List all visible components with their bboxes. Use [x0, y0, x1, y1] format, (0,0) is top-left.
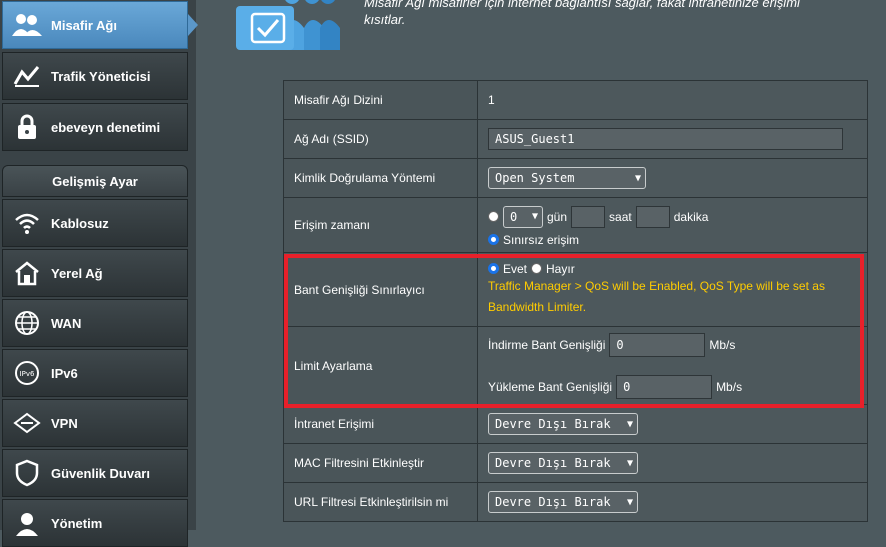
intranet-access-label: İntranet Erişimi [283, 404, 478, 444]
sidebar-item-traffic-manager[interactable]: Trafik Yöneticisi [2, 52, 188, 100]
minutes-input[interactable] [635, 205, 670, 228]
access-time-label: Erişim zamanı [283, 197, 478, 253]
shield-icon [7, 453, 47, 493]
bandwidth-limiter-yes-label: Evet [503, 261, 528, 276]
qos-warning: Traffic Manager > QoS will be Enabled, Q… [488, 276, 866, 318]
sidebar-item-guest-network[interactable]: Misafir Ağı [2, 1, 188, 49]
guest-network-settings-table: Misafir Ağı Dizini 1 Ağ Adı (SSID) Kimli… [283, 80, 868, 522]
days-select[interactable]: 0 ▼ [503, 205, 543, 228]
auth-label: Kimlik Doğrulama Yöntemi [283, 158, 478, 198]
auth-method-value: Open System [495, 171, 575, 185]
bandwidth-limiter-yes-radio[interactable] [488, 263, 499, 274]
unlimited-access-radio[interactable] [488, 234, 499, 245]
section-header-advanced: Gelişmiş Ayar [2, 165, 188, 197]
chevron-down-icon: ▼ [634, 172, 641, 184]
chevron-down-icon: ▼ [626, 457, 633, 469]
days-unit: gün [547, 209, 568, 224]
traffic-chart-icon [7, 56, 47, 96]
download-bandwidth-label: İndirme Bant Genişliği [488, 337, 606, 352]
sidebar-item-parental-control[interactable]: ebeveyn denetimi [2, 103, 188, 151]
bandwidth-limiter-no-radio[interactable] [531, 263, 543, 274]
upload-unit: Mb/s [716, 379, 743, 394]
upload-bandwidth-label: Yükleme Bant Genişliği [488, 379, 613, 394]
chevron-down-icon: ▼ [626, 496, 633, 508]
active-arrow [188, 14, 198, 36]
lock-icon [7, 107, 47, 147]
ssid-input[interactable] [488, 128, 843, 150]
limit-settings-label: Limit Ayarlama [283, 326, 478, 405]
sidebar-item-wan[interactable]: WAN [2, 299, 188, 347]
url-filter-select[interactable]: Devre Dışı Bırak ▼ [488, 491, 638, 513]
sidebar-item-label: ebeveyn denetimi [51, 119, 161, 135]
sidebar-item-label: Güvenlik Duvarı [51, 465, 150, 481]
intranet-access-select[interactable]: Devre Dışı Bırak ▼ [488, 413, 638, 435]
minutes-unit: dakika [673, 209, 709, 224]
globe-icon [7, 303, 47, 343]
sidebar-item-label: VPN [51, 415, 78, 431]
hours-input[interactable] [571, 205, 606, 228]
sidebar-item-label: IPv6 [51, 365, 78, 381]
users-icon [7, 5, 47, 45]
description-line-2: kısıtlar. [364, 12, 406, 27]
url-filter-value: Devre Dışı Bırak [495, 495, 611, 509]
admin-icon [7, 503, 47, 543]
unlimited-access-label: Sınırsız erişim [503, 232, 580, 247]
sidebar-item-ipv6[interactable]: IPv6 IPv6 [2, 349, 188, 397]
sidebar-item-lan[interactable]: Yerel Ağ [2, 249, 188, 297]
download-unit: Mb/s [709, 337, 736, 352]
sidebar-item-firewall[interactable]: Güvenlik Duvarı [2, 449, 188, 497]
limited-access-radio[interactable] [488, 211, 499, 222]
home-icon [7, 253, 47, 293]
sidebar-item-label: WAN [51, 315, 82, 331]
chevron-down-icon: ▼ [626, 418, 633, 430]
chevron-down-icon: ▼ [531, 211, 538, 222]
page-description: Misafir Ağı misafirler için internet bağ… [364, 0, 800, 28]
sidebar-item-label: Yönetim [51, 515, 103, 531]
index-value: 1 [477, 80, 868, 120]
download-bandwidth-input[interactable] [609, 332, 706, 357]
mac-filter-label: MAC Filtresini Etkinleştir [283, 443, 478, 483]
sidebar-item-administration[interactable]: Yönetim [2, 499, 188, 547]
mac-filter-select[interactable]: Devre Dışı Bırak ▼ [488, 452, 638, 474]
sidebar: Misafir Ağı Trafik Yöneticisi ebeveyn de… [0, 0, 198, 547]
qos-warning-line-1: Traffic Manager > QoS will be Enabled, Q… [488, 278, 825, 293]
mac-filter-value: Devre Dışı Bırak [495, 456, 611, 470]
wifi-icon [7, 203, 47, 243]
days-value: 0 [510, 209, 518, 224]
ipv6-icon: IPv6 [7, 353, 47, 393]
sidebar-item-label: Yerel Ağ [51, 265, 103, 281]
intranet-access-value: Devre Dışı Bırak [495, 417, 611, 431]
sidebar-item-vpn[interactable]: VPN [2, 399, 188, 447]
bandwidth-limiter-no-label: Hayır [546, 261, 575, 276]
guest-network-hero-icon [232, 0, 352, 59]
index-label: Misafir Ağı Dizini [283, 80, 478, 120]
hours-unit: saat [609, 209, 632, 224]
qos-warning-line-2: Bandwidth Limiter. [488, 299, 587, 314]
bandwidth-limiter-label: Bant Genişliği Sınırlayıcı [283, 252, 478, 327]
sidebar-item-label: Kablosuz [51, 215, 109, 231]
svg-text:IPv6: IPv6 [20, 370, 35, 378]
vpn-icon [7, 403, 47, 443]
url-filter-label: URL Filtresi Etkinleştirilsin mi [283, 482, 478, 522]
upload-bandwidth-input[interactable] [616, 374, 713, 399]
auth-method-select[interactable]: Open System ▼ [488, 167, 646, 189]
sidebar-item-label: Trafik Yöneticisi [51, 68, 151, 84]
ssid-label: Ağ Adı (SSID) [283, 119, 478, 159]
sidebar-item-wireless[interactable]: Kablosuz [2, 199, 188, 247]
description-line-1: Misafir Ağı misafirler için internet bağ… [364, 0, 800, 10]
sidebar-item-label: Misafir Ağı [51, 17, 117, 33]
